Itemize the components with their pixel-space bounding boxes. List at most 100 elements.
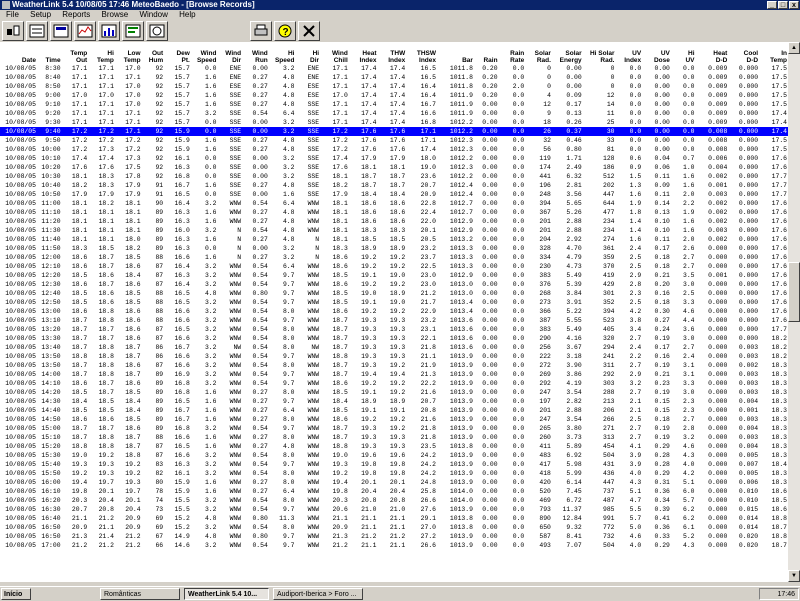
table-row[interactable]: 10/08/05 10:10 17.4 17.4 17.3 92 16.1 0.0 SSE 0.0… — [0, 154, 788, 163]
scroll-down-button[interactable]: ▼ — [788, 570, 800, 582]
table-cell: 1013.8 — [449, 524, 473, 531]
table-cell: 0.23 — [654, 380, 670, 387]
table-cell: 15.7 — [174, 65, 190, 72]
table-row[interactable]: 10/08/05 13:20 18.7 18.7 18.6 87 16.5 3.2 WNW 0.5… — [0, 325, 788, 334]
task-audiport[interactable]: Audiport-Iberica > Foro ... — [273, 588, 363, 600]
ncdc-button[interactable] — [122, 21, 144, 41]
maximize-button[interactable]: □ — [778, 1, 788, 9]
table-row[interactable]: 10/08/05 9:20 17.1 17.1 17.1 92 15.7 3.2 SSE 0.54… — [0, 109, 788, 118]
table-cell: 1013.9 — [449, 542, 473, 549]
table-row[interactable]: 10/08/05 11:30 18.1 18.1 18.1 89 16.0 3.2 N 0.54 4… — [0, 226, 788, 235]
table-row[interactable]: 10/08/05 12:00 18.6 18.7 18.5 88 16.6 1.6 N 0.27 3… — [0, 253, 788, 262]
table-row[interactable]: 10/08/05 13:50 18.7 18.8 18.6 87 16.6 3.2 WNW 0.5… — [0, 361, 788, 370]
table-cell: 0.00 — [482, 317, 498, 324]
column-header: Out Hum — [148, 50, 164, 64]
table-row[interactable]: 10/08/05 13:40 18.7 18.8 18.7 86 16.7 3.2 NW 0.54… — [0, 343, 788, 352]
table-cell: 1013.9 — [449, 362, 473, 369]
table-row[interactable]: 10/08/05 12:10 18.6 18.7 18.6 87 16.4 3.2 WNW 0.5… — [0, 262, 788, 271]
table-row[interactable]: 10/08/05 14:50 18.6 18.6 18.5 89 16.7 1.6 WNW 0.2… — [0, 415, 788, 424]
table-row[interactable]: 10/08/05 14:00 18.7 18.8 18.7 89 16.9 3.2 WNW 0.5… — [0, 370, 788, 379]
table-row[interactable]: 10/08/05 16:30 20.7 20.8 20.4 73 15.5 3.2 WNW 0.5… — [0, 505, 788, 514]
menu-reports[interactable]: Reports — [62, 10, 90, 19]
table-cell: 0.009 — [708, 119, 728, 126]
close-window-button[interactable]: x — [789, 1, 799, 9]
graph-button[interactable] — [98, 21, 120, 41]
table-row[interactable]: 10/08/05 9:00 17.0 17.0 17.0 92 15.7 1.6 SSE 0.27… — [0, 91, 788, 100]
menu-setup[interactable]: Setup — [30, 10, 51, 19]
table-row[interactable]: 10/08/05 12:30 18.6 18.7 18.6 87 16.4 3.2 WNW 0.5… — [0, 280, 788, 289]
table-row[interactable]: 10/08/05 10:50 17.9 17.9 17.9 91 16.5 0.0 SSE 0.0… — [0, 190, 788, 199]
table-row[interactable]: 10/08/05 10:30 18.1 18.3 17.8 92 16.8 0.0 SSE 0.0… — [0, 172, 788, 181]
strip-chart-button[interactable] — [74, 21, 96, 41]
table-cell: 0.000 — [738, 191, 759, 198]
table-row[interactable]: 10/08/05 11:40 18.1 18.1 18.0 89 16.3 1.6 N 0.27 4… — [0, 235, 788, 244]
table-row[interactable]: 10/08/05 11:20 18.1 18.1 18.1 89 16.3 1.6 WNW 0.2… — [0, 217, 788, 226]
table-row[interactable]: 10/08/05 16:20 20.3 20.4 20.1 74 15.5 3.2 WNW 0.5… — [0, 496, 788, 505]
table-row[interactable]: 10/08/05 12:20 18.5 18.6 18.4 87 16.3 3.2 WNW 0.5… — [0, 271, 788, 280]
table-row[interactable]: 10/08/05 9:40 17.2 17.2 17.1 92 15.9 0.0 SSE 0.00… — [0, 127, 788, 136]
summary-button[interactable] — [50, 21, 72, 41]
menu-file[interactable]: File — [6, 10, 19, 19]
table-row[interactable]: 10/08/05 15:10 18.7 18.8 18.7 88 16.6 1.6 WNW 0.2… — [0, 433, 788, 442]
table-row[interactable]: 10/08/05 14:40 18.5 18.5 18.4 89 16.7 1.6 WNW 0.2… — [0, 406, 788, 415]
help-button[interactable]: ? — [274, 21, 296, 41]
records-grid[interactable]: Date Time Temp Out Hi Temp Low Temp Out Hum D… — [0, 42, 788, 582]
table-cell: 420 — [539, 479, 551, 486]
table-row[interactable]: 10/08/05 9:30 17.1 17.1 17.1 92 15.7 0.0 SSE 0.00… — [0, 118, 788, 127]
table-row[interactable]: 10/08/05 17:00 21.2 21.2 21.2 66 14.6 3.2 WNW 0.5… — [0, 541, 788, 550]
bulletin-button[interactable] — [26, 21, 48, 41]
table-row[interactable]: 10/08/05 8:50 17.1 17.1 17.0 92 15.7 1.6 ESE 0.27… — [0, 82, 788, 91]
table-row[interactable]: 10/08/05 13:30 18.7 18.7 18.6 87 16.6 3.2 WNW 0.5… — [0, 334, 788, 343]
table-row[interactable]: 10/08/05 14:10 18.6 18.7 18.6 89 16.8 3.2 WNW 0.5… — [0, 379, 788, 388]
table-row[interactable]: 10/08/05 13:50 18.8 18.8 18.7 86 16.6 3.2 WNW 0.5… — [0, 352, 788, 361]
task-romanticas[interactable]: Românticas — [100, 588, 180, 600]
task-weatherlink[interactable]: WeatherLink 5.4 10... — [184, 588, 269, 600]
table-row[interactable]: 10/08/05 15:20 18.8 18.8 18.7 87 16.5 1.6 WNW 0.2… — [0, 442, 788, 451]
table-row[interactable]: 10/08/05 9:10 17.1 17.1 17.0 92 15.7 1.6 SSE 0.27… — [0, 100, 788, 109]
table-cell: 3.2 — [204, 371, 217, 378]
noaa-button[interactable] — [146, 21, 168, 41]
minimize-button[interactable]: _ — [767, 1, 777, 9]
weather-station-button[interactable] — [2, 21, 24, 41]
print-button[interactable] — [250, 21, 272, 41]
table-row[interactable]: 10/08/05 10:00 17.2 17.3 17.2 92 15.9 1.6 SSE 0.2… — [0, 145, 788, 154]
table-row[interactable]: 10/08/05 16:40 21.1 21.2 20.9 69 15.2 4.8 WNW 0.8… — [0, 514, 788, 523]
table-row[interactable]: 10/08/05 15:00 18.7 18.7 18.6 89 16.8 3.2 WNW 0.5… — [0, 424, 788, 433]
table-cell: 0.00 — [482, 488, 498, 495]
scroll-thumb[interactable] — [788, 262, 800, 322]
table-cell: 5.65 — [566, 200, 582, 207]
table-row[interactable]: 10/08/05 16:50 20.9 21.1 20.9 69 15.2 3.2 WNW 0.5… — [0, 523, 788, 532]
table-cell: 3.2 — [204, 110, 217, 117]
start-button[interactable]: Início — [1, 588, 31, 600]
table-row[interactable]: 10/08/05 16:50 21.3 21.4 21.2 67 14.9 4.8 WNW 0.8… — [0, 532, 788, 541]
table-row[interactable]: 10/08/05 9:50 17.2 17.2 17.2 92 15.9 1.6 SSE 0.27… — [0, 136, 788, 145]
table-row[interactable]: 10/08/05 10:20 17.6 17.6 17.5 92 16.3 0.0 SSE 0.0… — [0, 163, 788, 172]
table-row[interactable]: 10/08/05 12:40 18.5 18.6 18.5 88 16.5 4.8 WNW 0.8… — [0, 289, 788, 298]
close-button[interactable] — [298, 21, 320, 41]
table-row[interactable]: 10/08/05 16:00 19.4 19.7 19.3 80 15.9 1.6 WNW 0.2… — [0, 478, 788, 487]
table-cell: 0.00 — [252, 119, 268, 126]
table-cell: 89 — [155, 245, 164, 252]
table-row[interactable]: 10/08/05 15:30 19.0 19.2 18.8 87 16.6 3.2 WNW 0.5… — [0, 451, 788, 460]
table-row[interactable]: 10/08/05 12:50 18.5 18.6 18.5 88 16.5 3.2 WNW 0.5… — [0, 298, 788, 307]
table-row[interactable]: 10/08/05 13:00 18.6 18.8 18.6 88 16.6 3.2 WNW 0.5… — [0, 307, 788, 316]
table-row[interactable]: 10/08/05 13:10 18.7 18.8 18.6 88 16.6 3.2 WNW 0.5… — [0, 316, 788, 325]
table-row[interactable]: 10/08/05 8:40 17.1 17.1 17.1 92 15.7 1.6 ENE 0.27… — [0, 73, 788, 82]
table-row[interactable]: 10/08/05 11:10 18.1 18.1 18.1 89 16.3 1.6 WNW 0.2… — [0, 208, 788, 217]
table-row[interactable]: 10/08/05 14:20 18.5 18.7 18.5 89 16.8 1.6 WNW 0.2… — [0, 388, 788, 397]
menu-window[interactable]: Window — [139, 10, 167, 19]
table-row[interactable]: 10/08/05 15:50 19.2 19.3 19.2 82 16.1 3.2 WNW 0.5… — [0, 469, 788, 478]
table-row[interactable]: 10/08/05 11:50 18.3 18.5 18.2 89 16.3 0.0 N 0.00 3… — [0, 244, 788, 253]
table-row[interactable]: 10/08/05 8:30 17.1 17.1 17.0 92 15.7 0.0 ENE 0.00… — [0, 64, 788, 73]
menu-help[interactable]: Help — [179, 10, 195, 19]
table-row[interactable]: 10/08/05 15:40 19.3 19.3 19.2 83 16.3 3.2 WNW 0.5… — [0, 460, 788, 469]
table-row[interactable]: 10/08/05 11:00 18.1 18.2 18.1 90 16.4 3.2 WNW 0.5… — [0, 199, 788, 208]
table-cell: 2.0 — [683, 236, 695, 243]
table-row[interactable]: 10/08/05 14:30 18.4 18.5 18.4 89 16.5 1.6 WNW 0.2… — [0, 397, 788, 406]
table-row[interactable]: 10/08/05 10:40 18.2 18.3 17.9 91 16.7 1.6 SSE 0.2… — [0, 181, 788, 190]
scroll-up-button[interactable]: ▲ — [788, 42, 800, 54]
menu-browse[interactable]: Browse — [102, 10, 129, 19]
vertical-scrollbar[interactable]: ▲ ▼ — [788, 42, 800, 582]
table-row[interactable]: 10/08/05 16:10 19.8 20.1 19.7 78 15.9 1.6 WNW 0.2… — [0, 487, 788, 496]
table-cell: 0.000 — [738, 74, 759, 81]
